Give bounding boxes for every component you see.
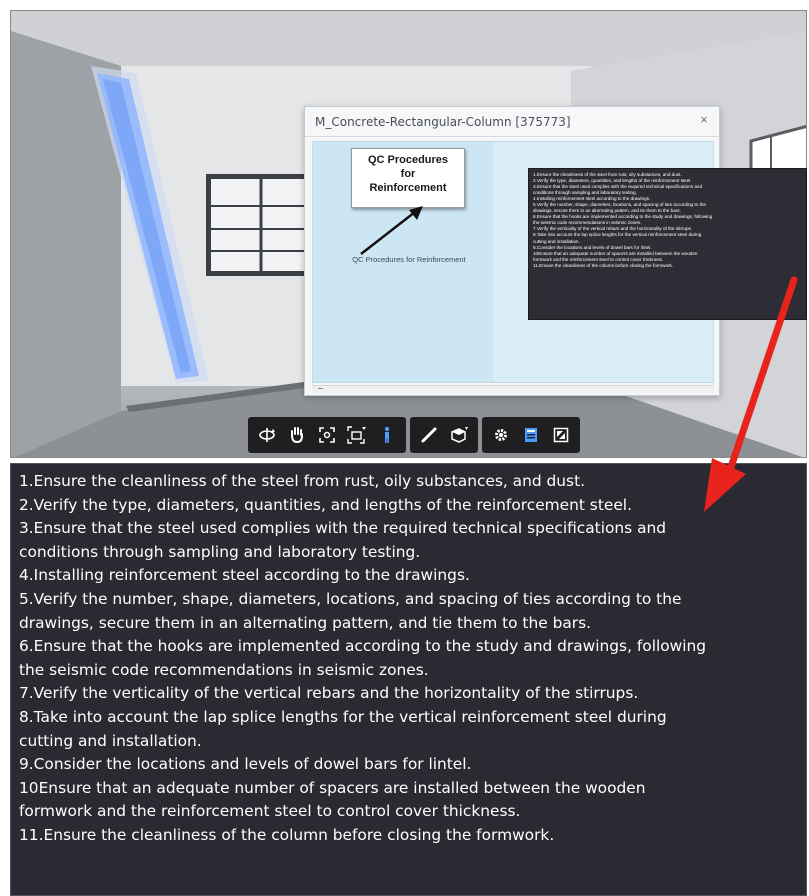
panel-line: the seismic code recommendations in seis…: [19, 660, 429, 679]
panel-line: 1.Ensure the cleanliness of the steel fr…: [19, 472, 585, 490]
panel-line: 9.Consider the locations and levels of d…: [19, 755, 472, 774]
panel-line: 4.Installing reinforcement steel accordi…: [19, 566, 470, 585]
pointer-arrow-icon: [360, 206, 423, 255]
procedures-tooltip: 1.Ensure the cleanliness of the steel fr…: [528, 168, 807, 320]
properties-icon[interactable]: [516, 417, 546, 453]
fullscreen-icon[interactable]: [546, 417, 576, 453]
horizontal-scrollbar[interactable]: [312, 385, 714, 393]
navigation-toolbar: [248, 417, 580, 453]
panel-line: 2.Verify the type, diameters, quantities…: [19, 495, 632, 514]
panel-line: drawings, secure them in an alternating …: [19, 613, 592, 632]
pan-hand-icon[interactable]: [282, 417, 312, 453]
qc-caption: QC Procedures for Reinforcement: [352, 255, 466, 264]
panel-line: 6.Ensure that the hooks are implemented …: [19, 637, 707, 656]
dialog-titlebar[interactable]: M_Concrete-Rectangular-Column [375773] ×: [305, 107, 719, 137]
panel-line: 8.Take into account the lap splice lengt…: [19, 707, 667, 726]
toolbar-group-navigation: [248, 417, 406, 453]
close-icon[interactable]: ×: [697, 113, 711, 127]
camera-icon[interactable]: [342, 417, 372, 453]
toolbar-group-tools: [410, 417, 478, 453]
diagram-pane: QC Procedures for Reinforcement QC Proce…: [313, 142, 493, 382]
panel-line: 7.Verify the verticality of the vertical…: [19, 684, 639, 703]
panel-line: cutting and installation.: [19, 731, 202, 750]
orbit-icon[interactable]: [252, 417, 282, 453]
section-box-icon[interactable]: [444, 417, 474, 453]
panel-line: 5.Verify the number, shape, diameters, l…: [19, 589, 682, 608]
panel-line: 11.Ensure the cleanliness of the column …: [19, 825, 555, 844]
zoom-fit-icon[interactable]: [312, 417, 342, 453]
panel-line: 3.Ensure that the steel used complies wi…: [19, 519, 667, 538]
qc-procedures-box: QC Procedures for Reinforcement: [351, 148, 465, 208]
tooltip-line: 11.Ensure the cleanliness of the column …: [533, 262, 674, 268]
measure-icon[interactable]: [414, 417, 444, 453]
toolbar-group-settings: [482, 417, 580, 453]
settings-icon[interactable]: [486, 417, 516, 453]
dialog-title: M_Concrete-Rectangular-Column [375773]: [315, 115, 571, 129]
panel-line: formwork and the reinforcement steel to …: [19, 802, 521, 821]
procedures-panel-enlarged: 1.Ensure the cleanliness of the steel fr…: [10, 463, 807, 896]
panel-line: conditions through sampling and laborato…: [19, 542, 421, 561]
panel-line: 10Ensure that an adequate number of spac…: [19, 778, 646, 797]
walk-person-icon[interactable]: [372, 417, 402, 453]
